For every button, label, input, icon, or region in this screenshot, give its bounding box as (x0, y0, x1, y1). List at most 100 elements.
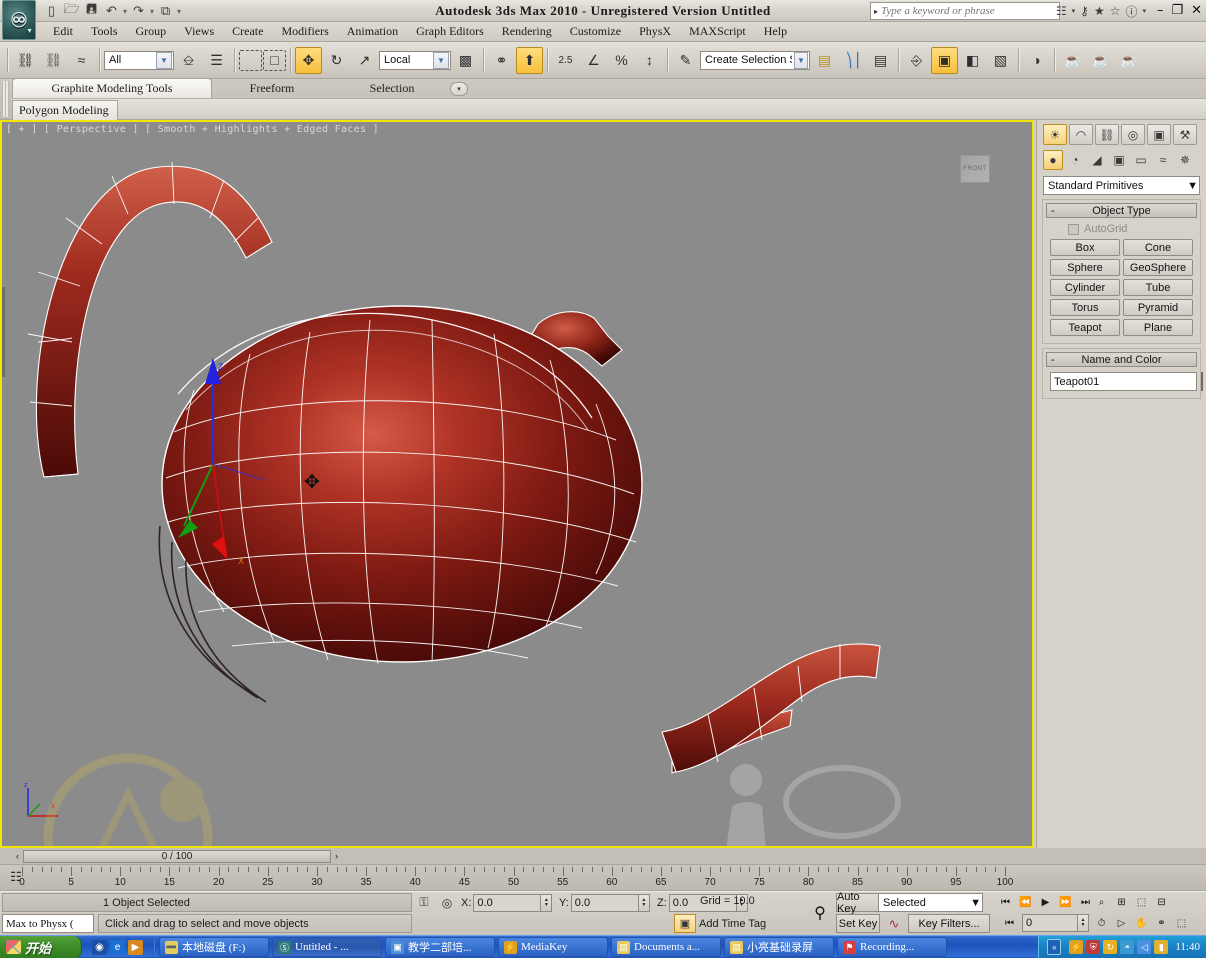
rollout-collapse-icon[interactable]: - (1051, 354, 1055, 366)
create-torus-button[interactable]: Torus (1050, 299, 1120, 316)
select-and-link-icon[interactable]: ⛓ (12, 47, 39, 74)
menu-item-animation[interactable]: Animation (338, 23, 407, 40)
taskbar-window-button[interactable]: ⓈUntitled - ... (272, 937, 382, 957)
time-slider-handle[interactable]: 0 / 100 (23, 850, 331, 863)
key-mode-toggle-button[interactable]: ⏮ (1000, 914, 1019, 933)
chevron-down-icon[interactable]: ▼ (970, 897, 981, 909)
perspective-viewport[interactable]: [ + ] [ Perspective ] [ Smooth + Highlig… (2, 122, 1032, 846)
align-icon[interactable]: ⎞⎟ (839, 47, 866, 74)
update-tray-icon[interactable]: ↻ (1103, 940, 1117, 954)
lights-category-icon[interactable]: ◢ (1087, 150, 1107, 170)
object-color-swatch[interactable] (1201, 372, 1203, 391)
zoom-extents-button[interactable]: ⬚ (1132, 893, 1151, 912)
maximize-viewport-toggle[interactable]: ⬚ (1172, 914, 1191, 933)
menu-item-graph-editors[interactable]: Graph Editors (407, 23, 493, 40)
ribbon-grip[interactable] (2, 81, 9, 117)
show-desktop-icon[interactable]: ◉ (92, 940, 107, 955)
internet-explorer-icon[interactable]: e (110, 940, 125, 955)
ribbon-panel-polygon-modeling[interactable]: Polygon Modeling (12, 100, 118, 120)
percent-snap-toggle-icon[interactable]: % (608, 47, 635, 74)
material-editor-icon[interactable]: ◑ (1023, 47, 1050, 74)
start-button[interactable]: 开始 (0, 936, 82, 958)
autogrid-row[interactable]: AutoGrid (1046, 218, 1197, 239)
menu-item-group[interactable]: Group (127, 23, 176, 40)
hierarchy-tab-icon[interactable]: ⛓ (1095, 124, 1119, 145)
battery-tray-icon[interactable]: ▮ (1154, 940, 1168, 954)
selection-lock-toggle[interactable]: ⚿ (414, 893, 434, 912)
space-warps-category-icon[interactable]: ≈ (1153, 150, 1173, 170)
minimize-button[interactable]: – (1157, 3, 1164, 18)
media-tray-icon[interactable]: ⚡ (1069, 940, 1083, 954)
menu-item-physx[interactable]: PhysX (630, 23, 680, 40)
curve-editor-icon[interactable]: ▣ (931, 47, 958, 74)
create-box-button[interactable]: Box (1050, 239, 1120, 256)
search-arrow-icon[interactable]: ▸ (871, 7, 881, 16)
chevron-down-icon[interactable]: ▼ (1187, 180, 1198, 192)
key-mode-combo[interactable]: Selected ▼ (878, 893, 983, 912)
render-frame-window-icon[interactable]: ▧ (987, 47, 1014, 74)
time-configuration-button[interactable]: ⏱ (1092, 914, 1111, 933)
select-and-move-icon[interactable]: ✥ (295, 47, 322, 74)
menu-item-create[interactable]: Create (223, 23, 272, 40)
subscription-key-icon[interactable]: ⚷ (1080, 4, 1089, 18)
create-tube-button[interactable]: Tube (1123, 279, 1193, 296)
helpers-category-icon[interactable]: ▭ (1131, 150, 1151, 170)
ribbon-tab-graphite-modeling-tools[interactable]: Graphite Modeling Tools (12, 78, 212, 99)
play-animation-button[interactable]: ▶ (1036, 893, 1055, 912)
set-key-button[interactable]: Set Key (836, 914, 880, 933)
create-cone-button[interactable]: Cone (1123, 239, 1193, 256)
render-production-icon[interactable]: ☕ (1115, 47, 1142, 74)
favorites-star-icon[interactable]: ☆ (1110, 4, 1121, 18)
y-coordinate-field[interactable]: 0.0 (571, 894, 639, 912)
previous-frame-arrow-icon[interactable]: ‹ (12, 851, 23, 861)
go-to-start-button[interactable]: ⏮ (996, 893, 1015, 912)
named-selection-set-combo[interactable]: Create Selection Set ▼ (700, 51, 810, 70)
next-frame-arrow-icon[interactable]: › (331, 851, 342, 861)
menu-item-tools[interactable]: Tools (82, 23, 127, 40)
search-input[interactable] (881, 3, 1059, 19)
menu-item-views[interactable]: Views (175, 23, 223, 40)
x-spinner[interactable]: ▲▼ (541, 894, 552, 912)
reference-coordinate-system-combo[interactable]: Local ▼ (379, 51, 451, 70)
create-teapot-button[interactable]: Teapot (1050, 319, 1120, 336)
add-time-tag-label[interactable]: Add Time Tag (699, 914, 795, 933)
search-binoculars-icon[interactable]: ☷ (1056, 4, 1067, 18)
autogrid-checkbox[interactable] (1068, 224, 1079, 235)
restore-button[interactable]: ❐ (1171, 3, 1183, 18)
teapot-mesh[interactable]: Z X ✥ (2, 122, 1032, 846)
object-type-rollout-header[interactable]: - Object Type (1046, 203, 1197, 218)
taskbar-window-button[interactable]: ➖本地磁盘 (F:) (159, 937, 269, 957)
menu-item-modifiers[interactable]: Modifiers (272, 23, 337, 40)
timeline-ruler[interactable]: ☷ 05101520253035404550556065707580859095… (0, 865, 1206, 891)
render-setup-icon[interactable]: ☕ (1059, 47, 1086, 74)
network-tray-icon[interactable]: ◓ (1120, 940, 1134, 954)
communication-center-icon[interactable]: ★ (1094, 4, 1105, 18)
select-and-rotate-icon[interactable]: ↻ (323, 47, 350, 74)
name-and-color-rollout-header[interactable]: - Name and Color (1046, 352, 1197, 367)
menu-item-customize[interactable]: Customize (561, 23, 630, 40)
cameras-category-icon[interactable]: ▣ (1109, 150, 1129, 170)
ribbon-minimize-button[interactable]: ▾ (450, 82, 468, 96)
mirror-icon[interactable]: ▤ (811, 47, 838, 74)
zoom-all-button[interactable]: ⊞ (1112, 893, 1131, 912)
media-player-icon[interactable]: ▶ (128, 940, 143, 955)
ribbon-tab-selection[interactable]: Selection (332, 79, 452, 99)
spinner-snap-toggle-icon[interactable]: ↕ (636, 47, 663, 74)
chevron-down-icon[interactable]: ▼ (794, 52, 808, 69)
display-tab-icon[interactable]: ▣ (1147, 124, 1171, 145)
selection-filter-combo[interactable]: All ▼ (104, 51, 174, 70)
taskbar-window-button[interactable]: ▤小亮基础录屏 (724, 937, 834, 957)
arc-rotate-button[interactable]: ⚭ (1152, 914, 1171, 933)
zoom-button[interactable]: ⌕ (1092, 893, 1111, 912)
create-pyramid-button[interactable]: Pyramid (1123, 299, 1193, 316)
y-spinner[interactable]: ▲▼ (639, 894, 650, 912)
add-time-tag-icon[interactable]: ▣ (674, 914, 696, 933)
taskbar-window-button[interactable]: ⚑Recording... (837, 937, 947, 957)
time-slider[interactable]: ‹ 0 / 100 › (12, 849, 342, 863)
bind-to-space-warp-icon[interactable]: ≈ (68, 47, 95, 74)
menu-item-rendering[interactable]: Rendering (493, 23, 561, 40)
snap-percent-25-icon[interactable]: 2.5 (552, 47, 579, 74)
select-object-icon[interactable]: ⎒ (175, 47, 202, 74)
angle-snap-toggle-icon[interactable]: ∠ (580, 47, 607, 74)
current-frame-field[interactable]: 0 (1022, 914, 1078, 932)
